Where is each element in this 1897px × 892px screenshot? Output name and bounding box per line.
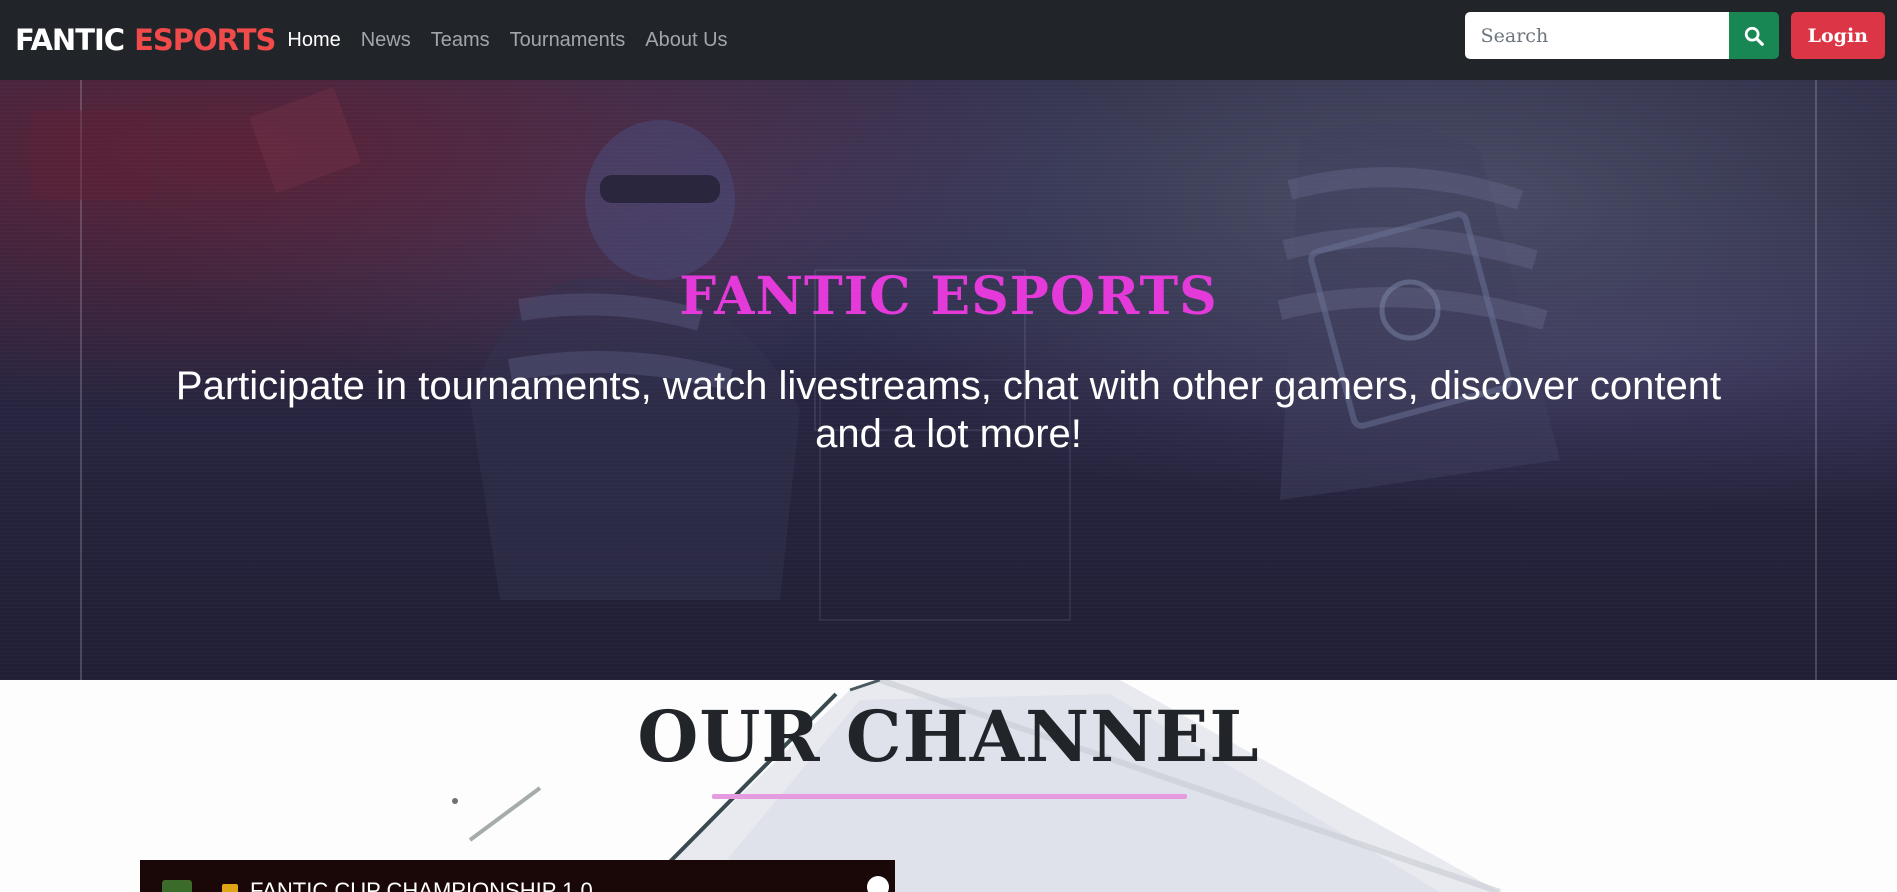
channel-title-underline — [712, 794, 1187, 799]
top-navbar: FANTIC ESPORTS Home News Teams Tournamen… — [0, 0, 1897, 80]
nav-link-teams[interactable]: Teams — [431, 29, 490, 52]
watch-later-icon[interactable] — [865, 874, 891, 892]
nav-link-tournaments[interactable]: Tournaments — [510, 29, 626, 52]
channel-section: OUR CHANNEL FANTIC CUP CHAMPIONSHIP 1.0 — [0, 680, 1897, 892]
nav-actions: Login — [1464, 12, 1885, 59]
search-icon — [1744, 26, 1764, 46]
nav-link-news[interactable]: News — [361, 29, 411, 52]
trophy-icon — [222, 884, 238, 892]
search-input[interactable] — [1464, 12, 1729, 59]
login-button[interactable]: Login — [1790, 12, 1885, 59]
brand-name-white: FANTIC — [15, 23, 125, 57]
video-title[interactable]: FANTIC CUP CHAMPIONSHIP 1.0 — [250, 878, 593, 892]
channel-title: OUR CHANNEL — [637, 695, 1260, 778]
hero-banner: FANTIC ESPORTS Participate in tournament… — [0, 80, 1897, 680]
channel-avatar-icon — [162, 880, 192, 892]
youtube-video-embed[interactable]: FANTIC CUP CHAMPIONSHIP 1.0 — [140, 860, 895, 892]
nav-link-about-us[interactable]: About Us — [645, 29, 727, 52]
hero-title: FANTIC ESPORTS — [679, 266, 1218, 327]
nav-links: Home News Teams Tournaments About Us — [287, 29, 727, 52]
nav-link-home[interactable]: Home — [287, 29, 340, 52]
search-button[interactable] — [1728, 12, 1779, 59]
brand-logo[interactable]: FANTIC ESPORTS — [15, 23, 276, 57]
brand-name-red: ESPORTS — [134, 23, 276, 57]
hero-subtitle: Participate in tournaments, watch livest… — [175, 364, 1722, 456]
